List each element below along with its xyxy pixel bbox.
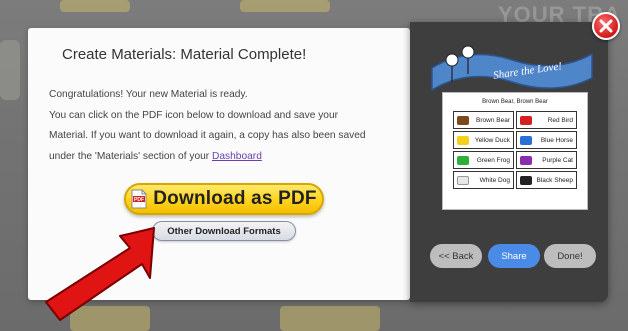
dialog-message: Congratulations! Your new Material is re… <box>49 85 399 167</box>
yellow-duck-icon <box>457 136 469 145</box>
message-line: Material. If you want to download it aga… <box>49 130 366 141</box>
download-pdf-label: Download as PDF <box>153 188 317 209</box>
preview-cell: Brown Bear <box>453 111 514 129</box>
preview-cell: Red Bird <box>516 111 577 129</box>
preview-cell: Purple Cat <box>516 151 577 169</box>
bg-tile <box>240 0 330 12</box>
cell-label: Red Bird <box>547 116 573 124</box>
brown-bear-icon <box>457 116 469 125</box>
message-line: under the 'Materials' section of your Da… <box>49 147 399 168</box>
dialog-title: Create Materials: Material Complete! <box>62 46 307 63</box>
back-button[interactable]: << Back <box>430 244 482 268</box>
purple-cat-icon <box>520 156 532 165</box>
cell-label: White Dog <box>479 176 510 184</box>
preview-cell: Blue Horse <box>516 131 577 149</box>
green-frog-icon <box>457 156 469 165</box>
message-line: Congratulations! Your new Material is re… <box>49 89 248 100</box>
other-formats-label: Other Download Formats <box>167 225 281 237</box>
white-dog-icon <box>457 176 469 185</box>
bg-tile <box>280 306 380 331</box>
cell-label: Brown Bear <box>476 116 510 124</box>
pdf-file-icon: PDF <box>131 189 147 209</box>
preview-cell: Green Frog <box>453 151 514 169</box>
bg-tile <box>60 0 130 12</box>
blue-horse-icon <box>520 136 532 145</box>
black-sheep-icon <box>520 176 532 185</box>
cell-label: Green Frog <box>476 156 510 164</box>
message-line: You can click on the PDF icon below to d… <box>49 109 339 121</box>
close-button[interactable] <box>592 12 620 40</box>
share-button[interactable]: Share <box>488 244 540 268</box>
preview-cell: White Dog <box>453 171 514 189</box>
share-the-love-banner: Share the Love! <box>431 45 593 92</box>
red-bird-icon <box>520 116 532 125</box>
message-line-text: under the 'Materials' section of your <box>49 150 213 162</box>
download-pdf-button[interactable]: PDF Download as PDF <box>124 183 324 215</box>
preview-sheet-title: Brown Bear, Brown Bear <box>482 99 548 105</box>
cell-label: Yellow Duck <box>474 136 510 144</box>
dashboard-link[interactable]: Dashboard <box>212 151 262 162</box>
red-arrow-icon <box>45 227 155 321</box>
material-preview[interactable]: Brown Bear, Brown Bear Brown Bear Red Bi… <box>442 92 588 210</box>
close-icon <box>599 19 613 33</box>
cell-label: Purple Cat <box>542 156 573 164</box>
preview-cell: Black Sheep <box>516 171 577 189</box>
svg-text:PDF: PDF <box>134 197 144 203</box>
done-button[interactable]: Done! <box>544 244 596 268</box>
bg-tile <box>0 40 20 100</box>
cell-label: Black Sheep <box>536 176 574 184</box>
preview-cell: Yellow Duck <box>453 131 514 149</box>
cell-label: Blue Horse <box>540 136 573 144</box>
